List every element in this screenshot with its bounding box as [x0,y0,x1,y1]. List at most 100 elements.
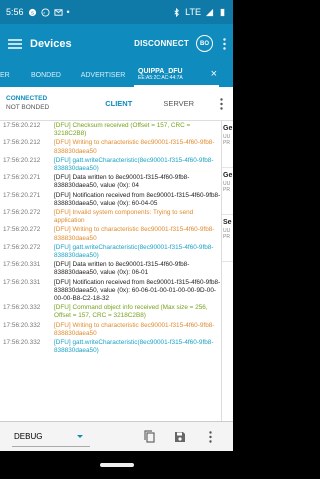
log-row: 17:56:20.212 [DFU] Writing to characteris… [0,138,221,155]
log-row: 17:56:20.271 [DFU] Notification received … [0,191,221,208]
network-type: LTE [185,7,201,17]
save-button[interactable] [165,422,195,452]
log-row: 17:56:20.212 [DFU] Checksum received (Off… [0,121,221,138]
device-name: QUIPPA_DFU [138,67,183,75]
log-message: [DFU] gatt.writeCharacteristic(8ec90001-… [54,243,214,260]
skype-icon: S [28,8,36,16]
log-time: 17:56:20.331 [3,278,41,286]
save-icon [175,431,185,442]
connection-bar: CONNECTED NOT BONDED CLIENT SERVER [0,87,233,123]
log-time: 17:56:20.332 [3,321,41,329]
tab-partial[interactable]: ER [0,63,20,87]
disconnect-button[interactable]: DISCONNECT [134,39,189,48]
log-row: 17:56:20.331 [DFU] Notification received … [0,278,221,304]
dropdown-arrow-icon [77,434,83,438]
log-row: 17:56:20.271 [DFU] Data written to 8ec900… [0,173,221,190]
tab-advertiser[interactable]: ADVERTISER [72,63,134,87]
tab-bonded[interactable]: BONDED [20,63,72,87]
signal-icon [205,8,214,16]
app-bar: Devices DISCONNECT BO [0,24,233,63]
menu-button[interactable] [0,24,30,63]
log-row: 17:56:20.272 [DFU] Invalid system compone… [0,208,221,225]
log-message: [DFU] gatt.writeCharacteristic(8ec90001-… [54,156,214,173]
log-time: 17:56:20.272 [3,209,41,217]
close-icon[interactable]: × [211,68,217,80]
log-message: [DFU] Data written to 8ec90001-f315-4f60… [54,174,190,190]
connection-state: CONNECTED NOT BONDED [6,95,49,111]
log-level-select[interactable]: DEBUG [12,427,90,447]
log-time: 17:56:20.272 [3,243,41,251]
log-time: 17:56:20.332 [3,339,41,347]
notification-dot-icon: • [66,7,70,17]
toolbar-more-button[interactable] [195,422,225,452]
copy-icon [144,429,155,443]
log-row: 17:56:20.332 [DFU] Writing to characteris… [0,321,221,338]
more-vertical-icon [208,430,212,443]
mail-icon [53,8,63,16]
more-vertical-icon [219,97,223,110]
status-right: LTE [172,7,227,17]
more-vertical-icon [222,37,226,50]
bottom-toolbar: DEBUG [0,421,233,451]
log-row: 17:56:20.272 [DFU] Writing to characteris… [0,225,221,242]
log-time: 17:56:20.212 [3,122,41,129]
battery-icon [220,8,225,16]
service-uuid: UU PR [223,134,231,146]
service-title: Se [223,219,232,226]
tab-label: ADVERTISER [80,71,126,79]
navigation-bar [0,451,233,479]
log-message: [DFU] Checksum received (Offset = 157, C… [54,122,191,138]
log-row: 17:56:20.332 [DFU] Command object info re… [0,303,221,320]
log-time: 17:56:20.271 [3,174,41,182]
device-tabs: ER BONDED ADVERTISER QUIPPA_DFU EE:A5:2C… [0,63,233,87]
log-message: [DFU] Notification received from 8ec9000… [54,278,221,303]
device-address: EE:A5:2C:AC:44:7A [138,74,183,81]
service-item[interactable]: Se UU PR [222,219,233,262]
service-uuid: UU PR [223,181,231,193]
log-list[interactable]: 17:56:20.212 [DFU] Checksum received (Off… [0,121,221,421]
log-time: 17:56:20.331 [3,261,41,269]
log-message: [DFU] gatt.writeCharacteristic(8ec90001-… [54,339,214,355]
log-time: 17:56:20.332 [3,304,41,312]
tab-label: BONDED [31,71,61,79]
copy-button[interactable] [135,422,165,452]
overflow-menu-button[interactable] [215,37,233,50]
log-row: 17:56:20.272 [DFU] gatt.writeCharacterist… [0,243,221,260]
page-title: Devices [30,37,72,50]
service-item[interactable]: Ge UU PR [222,125,233,168]
svg-text:S: S [31,10,34,15]
log-message: [DFU] Writing to characteristic 8ec90001… [54,226,215,242]
tab-device[interactable]: QUIPPA_DFU EE:A5:2C:AC:44:7A × [134,63,219,87]
log-message: [DFU] Writing to characteristic 8ec90001… [54,139,215,155]
log-message: [DFU] Writing to characteristic 8ec90001… [54,321,215,337]
bluetooth-icon [174,7,180,17]
log-message: [DFU] Data written to 8ec90001-f315-4f60… [54,261,190,277]
log-level-value: DEBUG [14,431,43,441]
log-time: 17:56:20.212 [3,156,41,164]
tab-server[interactable]: SERVER [163,99,194,108]
log-time: 17:56:20.212 [3,139,41,147]
status-bar: 5:56 S • LTE [0,0,233,24]
bond-badge-button[interactable]: BO [196,35,213,52]
bond-state-label: NOT BONDED [6,103,50,111]
whatsapp-icon [40,7,50,17]
connection-more-button[interactable] [215,97,227,110]
log-time: 17:56:20.272 [3,226,41,234]
log-time: 17:56:20.271 [3,191,41,199]
log-message: [DFU] Command object info received (Max … [54,304,208,320]
connected-label: CONNECTED [6,95,48,103]
log-message: [DFU] Notification received from 8ec9000… [54,191,221,207]
service-title: Ge [223,125,233,132]
services-panel[interactable]: Ge UU PR Ge UU PR Se UU PR [221,121,233,421]
status-left: 5:56 S • [6,7,70,17]
log-row: 17:56:20.212 [DFU] gatt.writeCharacterist… [0,156,221,173]
status-time: 5:56 [6,7,24,17]
log-row: 17:56:20.331 [DFU] Data written to 8ec900… [0,260,221,277]
tab-client[interactable]: CLIENT [94,91,144,123]
tab-label: ER [0,71,10,79]
log-row: 17:56:20.332 [DFU] gatt.writeCharacterist… [0,338,221,355]
home-gesture-pill[interactable] [99,463,134,467]
service-uuid: UU PR [223,228,231,240]
log-message: [DFU] Invalid system components: Trying … [54,209,194,225]
service-item[interactable]: Ge UU PR [222,172,233,215]
